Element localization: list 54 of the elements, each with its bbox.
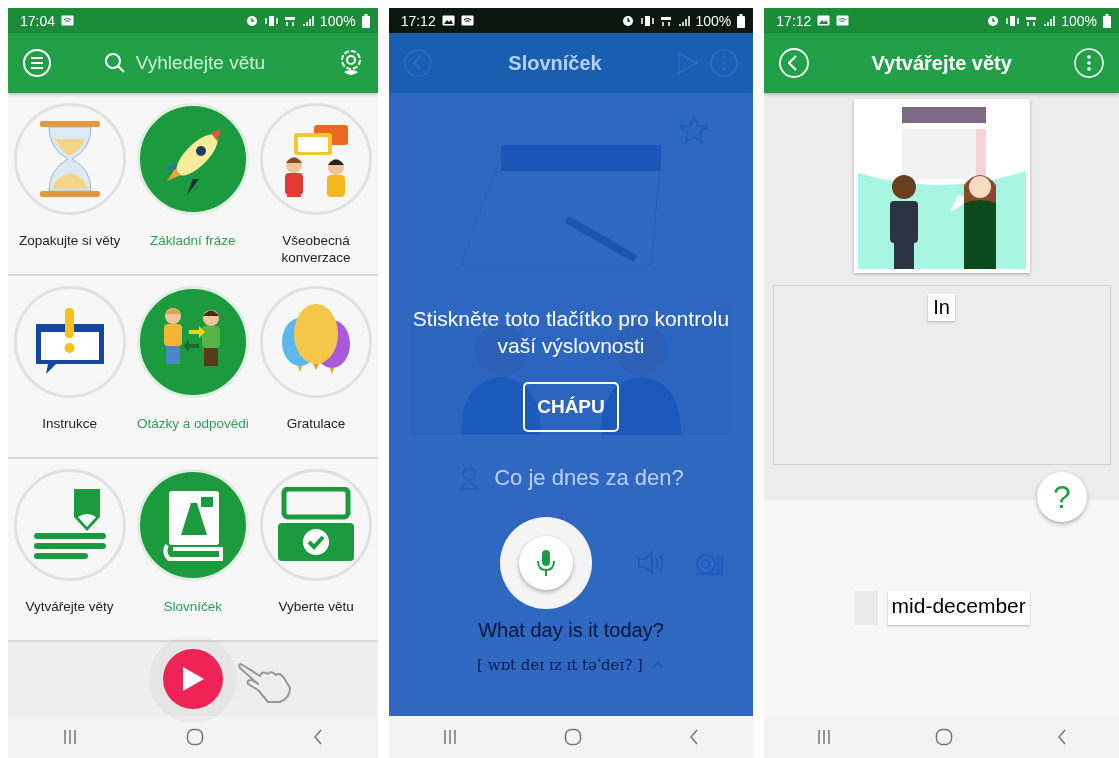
hand-pointer-icon bbox=[238, 660, 294, 704]
screen-title: Slovníček bbox=[508, 51, 602, 75]
status-time: 17:12 bbox=[776, 12, 812, 29]
microphone-icon bbox=[536, 549, 556, 577]
gallery-icon bbox=[441, 15, 455, 26]
back-icon[interactable] bbox=[1055, 729, 1068, 745]
status-time: 17:12 bbox=[400, 12, 436, 29]
alarm-icon bbox=[244, 14, 259, 27]
choice-icon bbox=[276, 487, 357, 563]
network-icon bbox=[1025, 14, 1038, 27]
battery-icon bbox=[1103, 13, 1111, 28]
vibrate-icon bbox=[640, 14, 654, 27]
battery-icon bbox=[361, 13, 370, 28]
transcription-text: [ wɒt deɪ ɪz ɪt təˈdeɪ? ] bbox=[477, 656, 643, 674]
battery-level: 100% bbox=[695, 12, 732, 29]
word-chip[interactable]: In bbox=[928, 294, 955, 321]
microphone-button[interactable] bbox=[519, 536, 573, 590]
back-icon[interactable] bbox=[311, 729, 324, 745]
back-icon[interactable] bbox=[778, 47, 811, 79]
recent-apps-icon[interactable] bbox=[815, 729, 832, 745]
tutorial-message: Stiskněte toto tlačítko pro kontrolu vaší výslovnosti bbox=[411, 306, 731, 360]
home-icon[interactable] bbox=[185, 728, 204, 746]
more-icon[interactable] bbox=[1073, 47, 1105, 79]
back-icon[interactable] bbox=[688, 729, 701, 745]
menu-icon[interactable] bbox=[22, 48, 52, 78]
wifi-icon bbox=[61, 15, 75, 26]
vibrate-icon bbox=[264, 14, 278, 27]
battery-level: 100% bbox=[319, 12, 356, 29]
home-icon[interactable] bbox=[564, 728, 582, 746]
screen-title: Vytvářejte věty bbox=[870, 51, 1013, 75]
signal-icon bbox=[677, 14, 690, 27]
wifi-icon bbox=[836, 15, 850, 26]
home-icon[interactable] bbox=[934, 728, 953, 746]
network-icon bbox=[283, 14, 296, 27]
translation-text: What day is it today? bbox=[478, 619, 664, 642]
battery-icon bbox=[737, 13, 746, 28]
recent-apps-icon[interactable] bbox=[441, 729, 458, 745]
alarm-icon bbox=[620, 14, 635, 27]
status-time: 17:04 bbox=[20, 12, 56, 29]
word-choice[interactable]: mid-december bbox=[887, 591, 1030, 625]
battery-level: 100% bbox=[1061, 12, 1097, 29]
play-button[interactable] bbox=[162, 649, 223, 709]
signal-icon bbox=[301, 14, 314, 27]
wifi-icon bbox=[460, 15, 474, 26]
recent-apps-icon[interactable] bbox=[61, 729, 78, 745]
got-it-button[interactable]: CHÁPU bbox=[523, 381, 619, 432]
signal-icon bbox=[1043, 14, 1056, 27]
gallery-icon bbox=[817, 15, 831, 26]
network-icon bbox=[659, 14, 672, 27]
alarm-icon bbox=[986, 14, 1001, 27]
help-button[interactable]: ? bbox=[1037, 472, 1087, 522]
phrase-text: Co je dnes za den? bbox=[494, 464, 684, 491]
search-icon bbox=[103, 52, 126, 74]
vibrate-icon bbox=[1006, 14, 1020, 27]
